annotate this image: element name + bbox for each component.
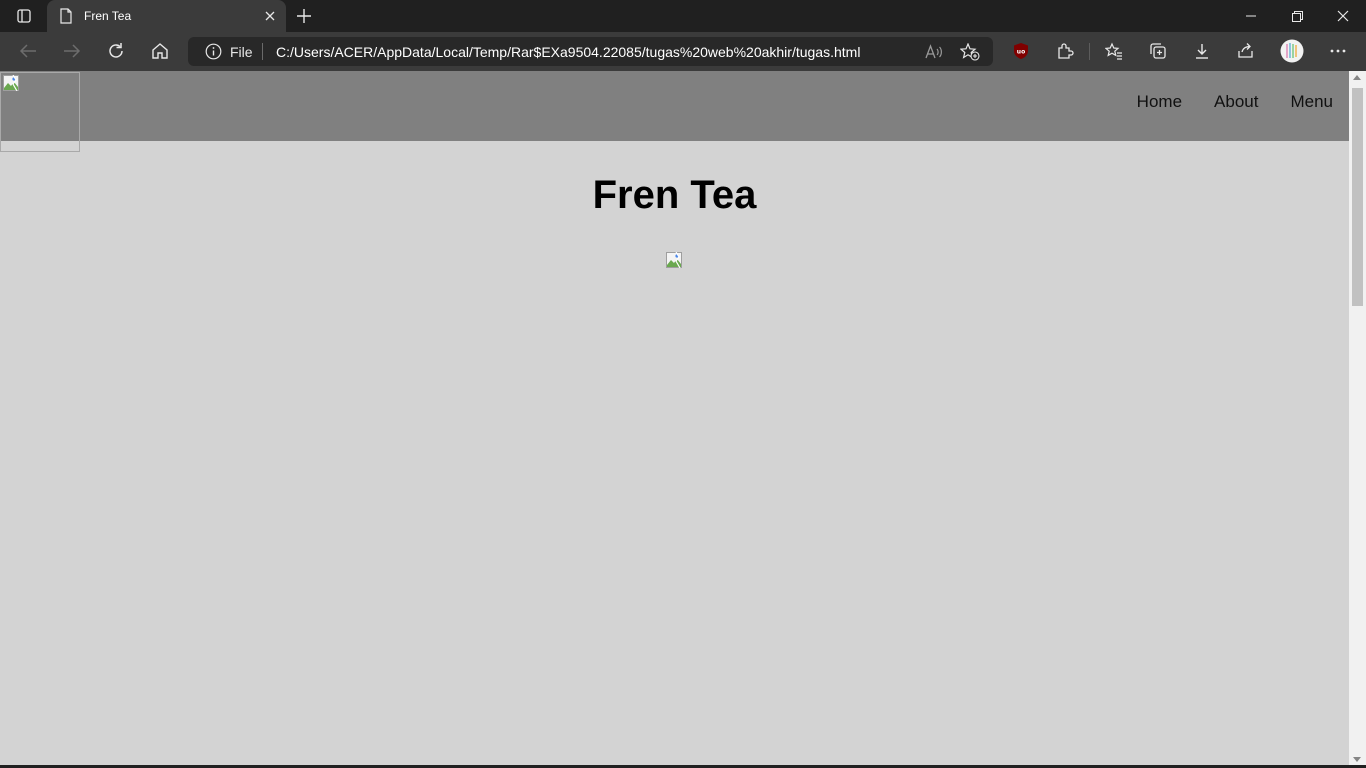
favorites-icon (1105, 42, 1123, 60)
address-bar[interactable]: File C:/Users/ACER/AppData/Local/Temp/Ra… (188, 37, 993, 66)
extensions-icon (1056, 42, 1074, 60)
tab-title: Fren Tea (84, 9, 132, 23)
home-icon (151, 42, 169, 60)
hero-image (666, 252, 684, 270)
extensions-button[interactable] (1050, 36, 1080, 66)
broken-image-icon (3, 75, 19, 91)
close-window-button[interactable] (1320, 0, 1366, 32)
scroll-up-arrow-icon[interactable] (1353, 75, 1361, 80)
toolbar-divider (1089, 43, 1090, 60)
read-aloud-icon (925, 44, 943, 60)
vertical-scrollbar[interactable] (1349, 71, 1366, 768)
new-tab-button[interactable] (293, 5, 315, 27)
share-icon (1237, 42, 1255, 60)
broken-image-icon (666, 252, 684, 268)
ublock-icon: uo (1013, 42, 1029, 60)
tab-actions-button[interactable] (8, 3, 40, 29)
minimize-icon (1246, 11, 1256, 21)
tab-actions-icon (16, 8, 32, 24)
scrollbar-thumb[interactable] (1352, 88, 1363, 306)
browser-tab-active[interactable]: Fren Tea (47, 0, 286, 32)
site-logo-image (0, 72, 80, 152)
restore-icon (1291, 10, 1303, 22)
tab-close-icon[interactable] (262, 8, 278, 24)
ublock-extension-button[interactable]: uo (1006, 36, 1036, 66)
page-title: Fren Tea (592, 173, 757, 217)
site-header: Home About Menu (0, 71, 1349, 152)
minimize-button[interactable] (1228, 0, 1274, 32)
nav-link-about[interactable]: About (1214, 92, 1258, 112)
refresh-button[interactable] (101, 36, 131, 66)
refresh-icon (107, 42, 125, 60)
add-favorite-icon (960, 43, 980, 61)
page-viewport: Home About Menu Fren Tea (0, 71, 1349, 768)
favorites-button[interactable] (1099, 36, 1129, 66)
address-divider (262, 43, 263, 60)
page-favicon-icon (59, 8, 73, 24)
share-button[interactable] (1231, 36, 1261, 66)
url-scheme-label: File (230, 44, 253, 60)
close-icon (1337, 10, 1349, 22)
url-text[interactable]: C:/Users/ACER/AppData/Local/Temp/Rar$EXa… (276, 44, 860, 60)
site-info-icon[interactable] (205, 43, 222, 60)
more-icon (1330, 49, 1346, 53)
back-icon (19, 43, 37, 59)
profile-button[interactable] (1277, 36, 1307, 66)
back-button[interactable] (13, 36, 43, 66)
plus-icon (297, 9, 311, 23)
downloads-icon (1193, 42, 1211, 60)
scroll-down-arrow-icon[interactable] (1353, 757, 1361, 762)
nav-link-menu[interactable]: Menu (1290, 92, 1333, 112)
svg-text:uo: uo (1017, 49, 1025, 56)
forward-icon (63, 43, 81, 59)
profile-avatar (1280, 39, 1304, 63)
nav-link-home[interactable]: Home (1137, 92, 1182, 112)
restore-button[interactable] (1274, 0, 1320, 32)
downloads-button[interactable] (1187, 36, 1217, 66)
more-options-button[interactable] (1323, 36, 1353, 66)
forward-button[interactable] (57, 36, 87, 66)
read-aloud-button[interactable] (922, 40, 946, 64)
add-favorite-button[interactable] (958, 40, 982, 64)
site-nav: Home About Menu (1137, 92, 1333, 112)
collections-icon (1149, 42, 1167, 60)
title-bar: Fren Tea (0, 0, 1366, 32)
home-button[interactable] (145, 36, 175, 66)
collections-button[interactable] (1143, 36, 1173, 66)
